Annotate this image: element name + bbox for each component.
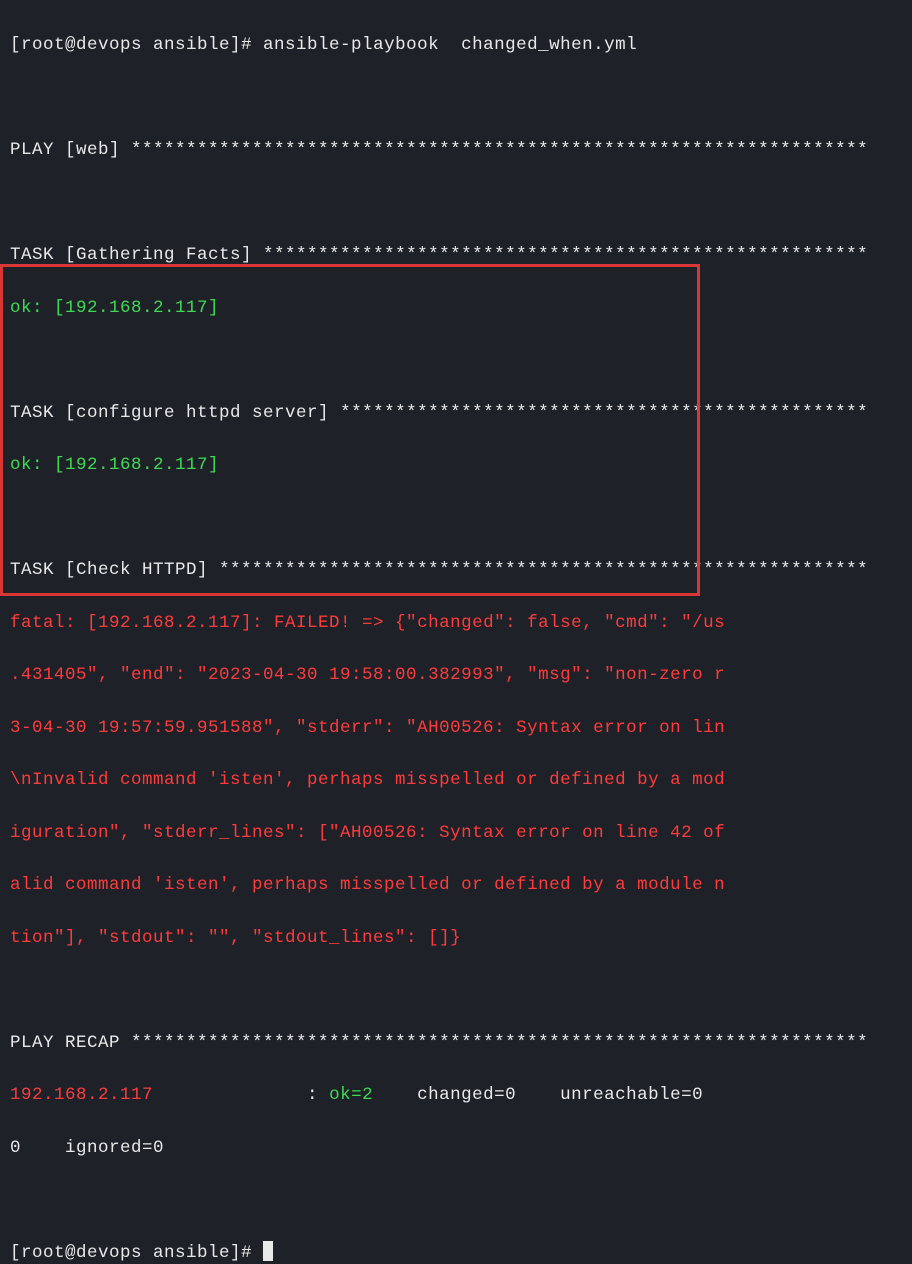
fatal-error-1: fatal: [192.168.2.117]: FAILED! => {"cha… [10,613,725,633]
recap-host: 192.168.2.117 [10,1085,153,1105]
recap-changed: changed=0 unreachable=0 [406,1085,703,1105]
shell-prompt-2: [root@devops ansible]# [10,1243,263,1263]
recap-ok: ok=2 [329,1085,406,1105]
terminal-output: [root@devops ansible]# ansible-playbook … [0,0,912,1264]
task-gathering-facts: TASK [Gathering Facts] [10,245,263,265]
ok-status-1: ok: [192.168.2.117] [10,298,219,318]
ok-status-2: ok: [192.168.2.117] [10,455,219,475]
task-check-httpd: TASK [Check HTTPD] [10,560,219,580]
fatal-error-5: iguration", "stderr_lines": ["AH00526: S… [10,823,725,843]
recap-ignored: 0 ignored=0 [10,1138,164,1158]
play-recap-header: PLAY RECAP [10,1033,131,1053]
play-header: PLAY [web] [10,140,131,160]
fatal-error-7: tion"], "stdout": "", "stdout_lines": []… [10,928,461,948]
fatal-error-3: 3-04-30 19:57:59.951588", "stderr": "AH0… [10,718,725,738]
shell-prompt: [root@devops ansible]# [10,35,263,55]
command: ansible-playbook changed_when.yml [263,35,637,55]
fatal-error-6: alid command 'isten', perhaps misspelled… [10,875,725,895]
fatal-error-4: \nInvalid command 'isten', perhaps missp… [10,770,725,790]
task-configure-httpd: TASK [configure httpd server] [10,403,340,423]
fatal-error-2: .431405", "end": "2023-04-30 19:58:00.38… [10,665,725,685]
cursor[interactable] [263,1241,273,1261]
